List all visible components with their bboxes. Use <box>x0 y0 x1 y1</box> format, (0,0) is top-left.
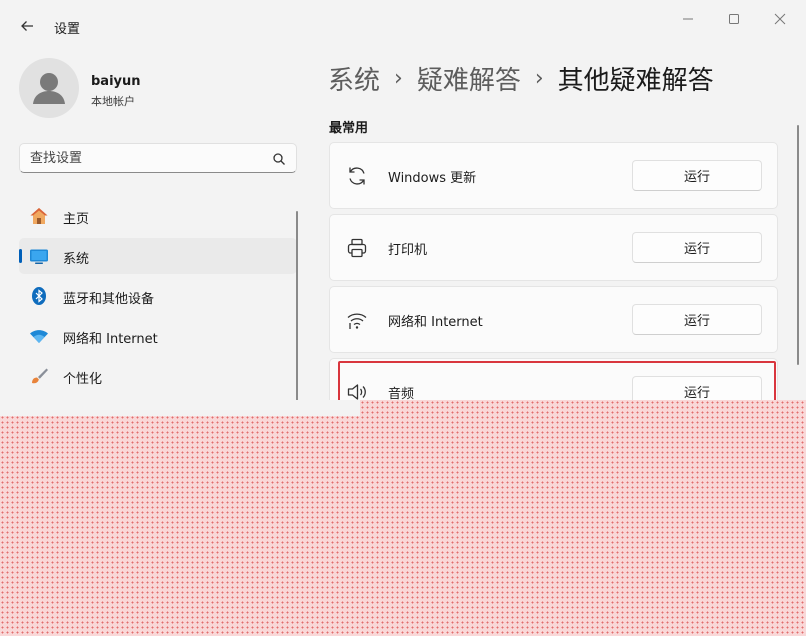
minimize-icon <box>683 18 693 20</box>
arrow-left-icon <box>21 21 33 31</box>
chevron-right-icon: › <box>534 65 544 91</box>
printer-icon <box>347 238 367 258</box>
run-button-network[interactable]: 运行 <box>632 304 762 335</box>
sidebar-item-home[interactable]: 主页 <box>19 198 297 234</box>
minimize-button[interactable] <box>670 6 706 32</box>
sidebar-item-label: 系统 <box>63 252 90 267</box>
sidebar-item-label: 网络和 Internet <box>63 332 158 347</box>
wifi-icon <box>30 330 48 343</box>
obscured-region <box>0 400 806 636</box>
sidebar-item-label: 主页 <box>63 212 90 227</box>
bluetooth-icon <box>32 287 46 305</box>
page-title: 其他疑难解答 <box>557 65 714 96</box>
brush-icon <box>32 368 48 384</box>
content-scrollbar[interactable] <box>797 125 799 365</box>
search-input[interactable] <box>30 149 260 167</box>
sidebar-item-network[interactable]: 网络和 Internet <box>19 318 297 354</box>
troubleshooter-label: 打印机 <box>388 243 428 258</box>
maximize-icon <box>729 14 739 24</box>
sidebar-item-label: 蓝牙和其他设备 <box>63 292 155 307</box>
network-icon <box>347 313 367 329</box>
troubleshooter-label: 网络和 Internet <box>388 315 483 330</box>
home-icon <box>30 208 48 224</box>
sidebar-item-bluetooth[interactable]: 蓝牙和其他设备 <box>19 278 297 314</box>
avatar[interactable] <box>19 58 79 118</box>
troubleshooter-label: Windows 更新 <box>388 171 477 186</box>
search-box[interactable] <box>19 143 297 173</box>
active-indicator <box>19 249 22 263</box>
search-icon[interactable] <box>272 152 286 166</box>
troubleshooter-card-network: 网络和 Internet 运行 <box>329 286 778 353</box>
back-button[interactable] <box>14 13 40 39</box>
app-title: 设置 <box>54 22 81 37</box>
breadcrumb-item-system[interactable]: 系统 <box>328 60 380 97</box>
sync-icon <box>349 167 365 185</box>
breadcrumb-item-troubleshoot[interactable]: 疑难解答 <box>417 60 521 97</box>
close-button[interactable] <box>762 6 798 32</box>
sidebar-item-personalization[interactable]: 个性化 <box>19 358 297 394</box>
sidebar-item-system[interactable]: 系统 <box>19 238 297 274</box>
title-bar: 设置 <box>0 0 806 50</box>
monitor-icon <box>30 249 48 264</box>
troubleshooter-card-windows-update: Windows 更新 运行 <box>329 142 778 209</box>
sidebar-scrollbar[interactable] <box>296 211 298 421</box>
maximize-button[interactable] <box>716 6 752 32</box>
user-icon <box>33 73 65 104</box>
user-name: baiyun <box>91 74 141 89</box>
section-title: 最常用 <box>329 121 369 136</box>
chevron-right-icon: › <box>394 65 403 91</box>
sidebar-item-label: 个性化 <box>63 372 103 387</box>
troubleshooter-card-printer: 打印机 运行 <box>329 214 778 281</box>
close-icon <box>774 13 786 25</box>
account-type: 本地帐户 <box>91 95 135 108</box>
breadcrumb: 系统 › 疑难解答 › 其他疑难解答 <box>328 58 714 98</box>
run-button-printer[interactable]: 运行 <box>632 232 762 263</box>
run-button-windows-update[interactable]: 运行 <box>632 160 762 191</box>
overlay-edge <box>0 400 360 416</box>
